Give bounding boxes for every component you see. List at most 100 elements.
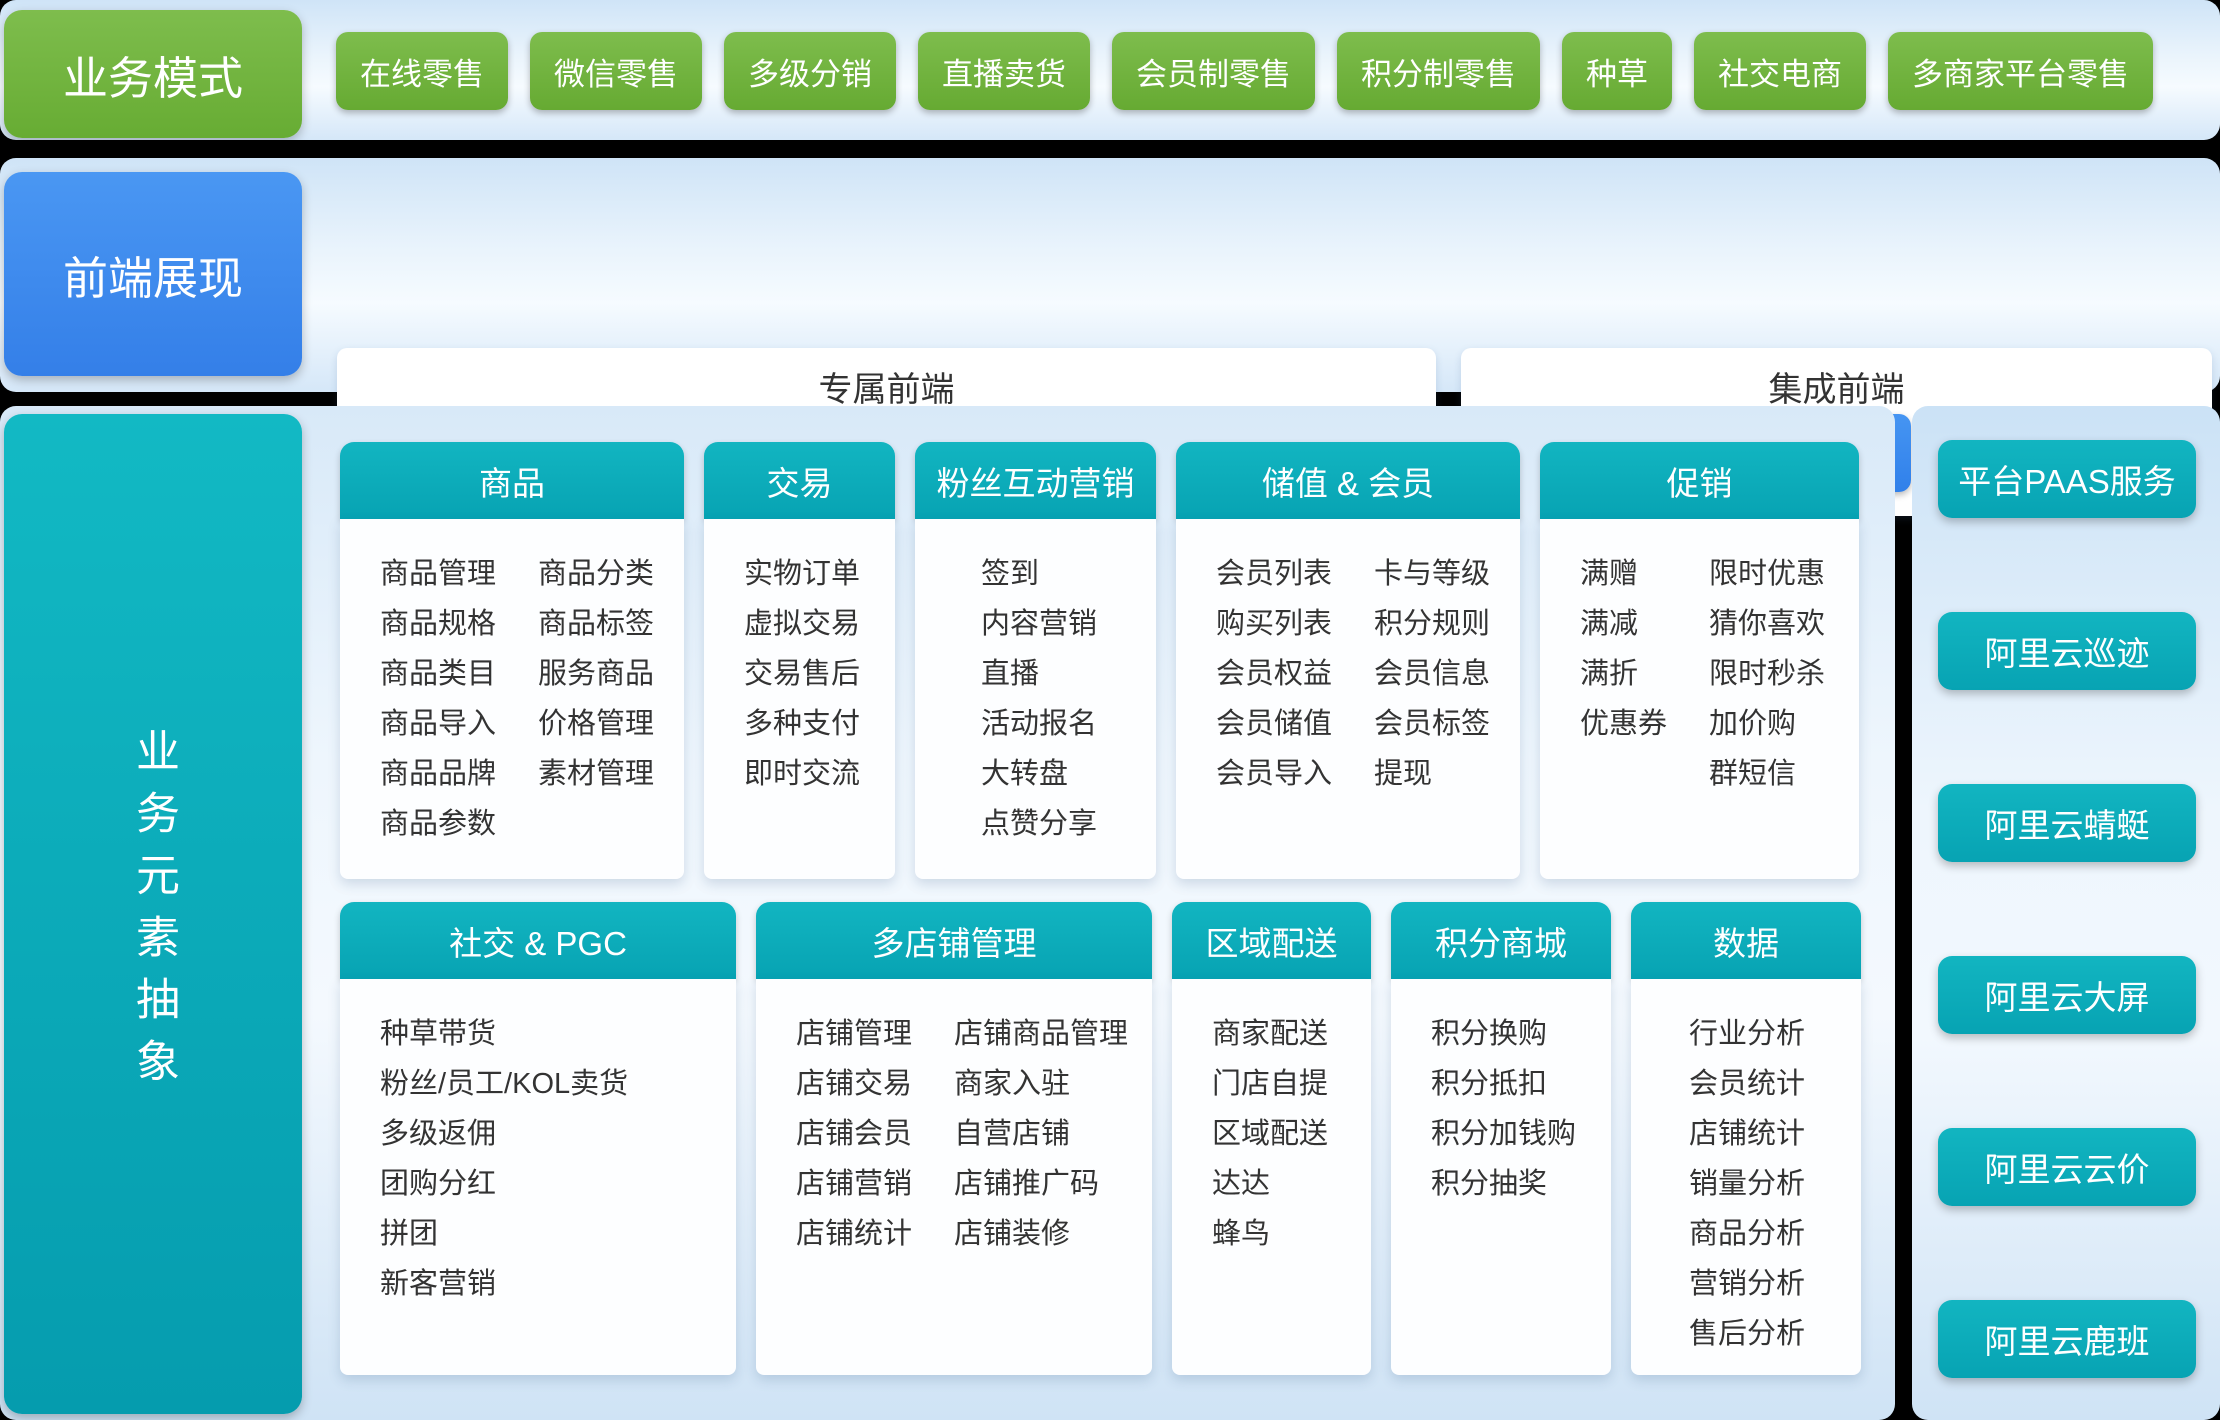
business-model-chip: 社交电商 xyxy=(1694,32,1866,110)
card-title: 交易 xyxy=(704,442,895,519)
card-item: 店铺统计 xyxy=(1689,1109,1805,1159)
card-item: 签到 xyxy=(981,549,1097,599)
frontend-label: 前端展现 xyxy=(4,172,302,376)
card-item: 店铺装修 xyxy=(954,1209,1128,1259)
card-item: 商品导入 xyxy=(380,699,496,749)
card-item: 商品类目 xyxy=(380,649,496,699)
card-body: 商品管理商品规格商品类目商品导入商品品牌商品参数商品分类商品标签服务商品价格管理… xyxy=(340,519,684,879)
business-model-chip: 在线零售 xyxy=(336,32,508,110)
card-item: 群短信 xyxy=(1709,749,1825,799)
card-item: 实物订单 xyxy=(744,549,860,599)
paas-box: 阿里云鹿班 xyxy=(1938,1300,2196,1378)
card-column: 积分换购积分抵扣积分加钱购积分抽奖 xyxy=(1431,1009,1576,1375)
abstraction-cards-row-2: 社交 & PGC种草带货粉丝/员工/KOL卖货多级返佣团购分红拼团新客营销多店铺… xyxy=(340,902,1861,1375)
card-item: 猜你喜欢 xyxy=(1709,599,1825,649)
card-item: 会员信息 xyxy=(1374,649,1490,699)
card-item: 提现 xyxy=(1374,749,1490,799)
feature-card: 储值 & 会员会员列表购买列表会员权益会员储值会员导入卡与等级积分规则会员信息会… xyxy=(1176,442,1520,879)
card-title: 商品 xyxy=(340,442,684,519)
abstraction-cards-row-1: 商品商品管理商品规格商品类目商品导入商品品牌商品参数商品分类商品标签服务商品价格… xyxy=(340,442,1859,879)
business-model-chip: 会员制零售 xyxy=(1112,32,1315,110)
card-item: 交易售后 xyxy=(744,649,860,699)
card-item: 商品品牌 xyxy=(380,749,496,799)
card-item: 积分加钱购 xyxy=(1431,1109,1576,1159)
card-body: 行业分析会员统计店铺统计销量分析商品分析营销分析售后分析 xyxy=(1631,979,1861,1375)
card-item: 新客营销 xyxy=(380,1259,628,1309)
card-item: 会员统计 xyxy=(1689,1059,1805,1109)
card-item: 蜂鸟 xyxy=(1212,1209,1328,1259)
card-body: 实物订单虚拟交易交易售后多种支付即时交流 xyxy=(704,519,895,879)
card-column: 店铺管理店铺交易店铺会员店铺营销店铺统计 xyxy=(796,1009,912,1375)
dedicated-frontend-title: 专属前端 xyxy=(337,348,1436,411)
card-title: 区域配送 xyxy=(1172,902,1371,979)
card-item: 直播 xyxy=(981,649,1097,699)
card-item: 店铺商品管理 xyxy=(954,1009,1128,1059)
card-body: 积分换购积分抵扣积分加钱购积分抽奖 xyxy=(1391,979,1611,1375)
card-column: 店铺商品管理商家入驻自营店铺店铺推广码店铺装修 xyxy=(954,1009,1128,1375)
card-title: 社交 & PGC xyxy=(340,902,736,979)
card-item: 多级返佣 xyxy=(380,1109,628,1159)
card-item: 区域配送 xyxy=(1212,1109,1328,1159)
card-column: 实物订单虚拟交易交易售后多种支付即时交流 xyxy=(744,549,860,879)
card-body: 满赠满减满折优惠券限时优惠猜你喜欢限时秒杀加价购群短信 xyxy=(1540,519,1859,879)
card-item: 卡与等级 xyxy=(1374,549,1490,599)
card-item: 商家配送 xyxy=(1212,1009,1328,1059)
business-model-label: 业务模式 xyxy=(4,10,302,138)
abstraction-band: 业务元素抽象 商品商品管理商品规格商品类目商品导入商品品牌商品参数商品分类商品标… xyxy=(0,406,2220,1420)
integrated-frontend-title: 集成前端 xyxy=(1461,348,2212,411)
card-item: 商品分类 xyxy=(538,549,654,599)
card-item: 营销分析 xyxy=(1689,1259,1805,1309)
business-model-chip: 直播卖货 xyxy=(918,32,1090,110)
card-item: 虚拟交易 xyxy=(744,599,860,649)
feature-card: 交易实物订单虚拟交易交易售后多种支付即时交流 xyxy=(704,442,895,879)
card-item: 加价购 xyxy=(1709,699,1825,749)
card-item: 商品分析 xyxy=(1689,1209,1805,1259)
feature-card: 积分商城积分换购积分抵扣积分加钱购积分抽奖 xyxy=(1391,902,1611,1375)
card-item: 商家入驻 xyxy=(954,1059,1128,1109)
card-column: 满赠满减满折优惠券 xyxy=(1580,549,1667,879)
card-item: 限时秒杀 xyxy=(1709,649,1825,699)
card-item: 店铺管理 xyxy=(796,1009,912,1059)
paas-panel: 平台PAAS服务阿里云巡迹阿里云蜻蜓阿里云大屏阿里云云价阿里云鹿班 xyxy=(1912,406,2220,1420)
card-item: 满赠 xyxy=(1580,549,1667,599)
card-body: 店铺管理店铺交易店铺会员店铺营销店铺统计店铺商品管理商家入驻自营店铺店铺推广码店… xyxy=(756,979,1152,1375)
card-column: 种草带货粉丝/员工/KOL卖货多级返佣团购分红拼团新客营销 xyxy=(380,1009,628,1375)
card-column: 商品管理商品规格商品类目商品导入商品品牌商品参数 xyxy=(380,549,496,879)
frontend-band: 前端展现 专属前端 PCH5APP微信小程序分销微店子店铺 集成前端 原有商城原… xyxy=(0,158,2220,392)
card-item: 商品管理 xyxy=(380,549,496,599)
card-item: 积分换购 xyxy=(1431,1009,1576,1059)
card-item: 店铺营销 xyxy=(796,1159,912,1209)
business-model-chip: 积分制零售 xyxy=(1337,32,1540,110)
card-item: 拼团 xyxy=(380,1209,628,1259)
feature-card: 多店铺管理店铺管理店铺交易店铺会员店铺营销店铺统计店铺商品管理商家入驻自营店铺店… xyxy=(756,902,1152,1375)
card-item: 行业分析 xyxy=(1689,1009,1805,1059)
business-model-chip: 多级分销 xyxy=(724,32,896,110)
card-item: 活动报名 xyxy=(981,699,1097,749)
business-model-chip: 多商家平台零售 xyxy=(1888,32,2153,110)
card-item: 会员储值 xyxy=(1216,699,1332,749)
feature-card: 数据行业分析会员统计店铺统计销量分析商品分析营销分析售后分析 xyxy=(1631,902,1861,1375)
card-item: 积分抽奖 xyxy=(1431,1159,1576,1209)
card-item: 满减 xyxy=(1580,599,1667,649)
card-item: 积分抵扣 xyxy=(1431,1059,1576,1109)
card-item: 素材管理 xyxy=(538,749,654,799)
card-item: 店铺统计 xyxy=(796,1209,912,1259)
card-item: 即时交流 xyxy=(744,749,860,799)
card-body: 会员列表购买列表会员权益会员储值会员导入卡与等级积分规则会员信息会员标签提现 xyxy=(1176,519,1520,879)
card-title: 积分商城 xyxy=(1391,902,1611,979)
feature-card: 区域配送商家配送门店自提区域配送达达蜂鸟 xyxy=(1172,902,1371,1375)
card-column: 卡与等级积分规则会员信息会员标签提现 xyxy=(1374,549,1490,879)
card-item: 店铺会员 xyxy=(796,1109,912,1159)
card-body: 商家配送门店自提区域配送达达蜂鸟 xyxy=(1172,979,1371,1375)
paas-box: 阿里云蜻蜓 xyxy=(1938,784,2196,862)
card-item: 粉丝/员工/KOL卖货 xyxy=(380,1059,628,1109)
paas-box: 阿里云大屏 xyxy=(1938,956,2196,1034)
paas-box: 阿里云巡迹 xyxy=(1938,612,2196,690)
feature-card: 粉丝互动营销签到内容营销直播活动报名大转盘点赞分享 xyxy=(915,442,1156,879)
card-item: 店铺推广码 xyxy=(954,1159,1128,1209)
card-item: 自营店铺 xyxy=(954,1109,1128,1159)
card-item: 满折 xyxy=(1580,649,1667,699)
card-item: 点赞分享 xyxy=(981,799,1097,849)
card-item: 大转盘 xyxy=(981,749,1097,799)
card-item: 团购分红 xyxy=(380,1159,628,1209)
